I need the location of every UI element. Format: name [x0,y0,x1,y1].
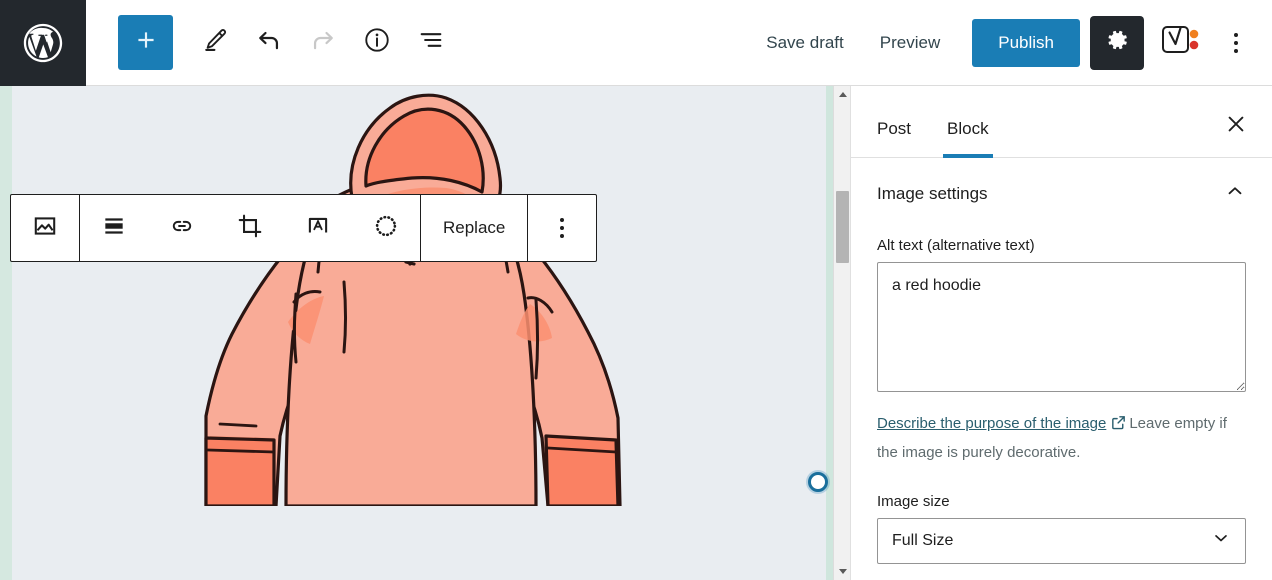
chevron-down-icon [838,569,847,574]
crop-icon [237,213,263,244]
crop-button[interactable] [216,195,284,261]
image-format-tools [80,195,420,261]
editor-more-options-button[interactable] [1214,17,1258,69]
image-resize-handle[interactable] [808,472,828,492]
save-draft-button[interactable]: Save draft [748,23,862,63]
text-over-image-icon [305,213,331,244]
add-block-button[interactable] [118,15,173,70]
list-view-icon [417,26,445,59]
preview-button[interactable]: Preview [862,23,958,63]
wordpress-block-editor: Save draft Preview Publish Replace Post … [0,0,1272,580]
align-button[interactable] [80,195,148,261]
image-settings-panel-header[interactable]: Image settings [877,158,1246,223]
publish-button[interactable]: Publish [972,18,1080,67]
wordpress-logo-button[interactable] [0,0,86,86]
image-block-toolbar: Replace [10,194,598,262]
edit-mode-button[interactable] [191,19,239,67]
image-block-icon [32,213,58,244]
kebab-menu-icon [1234,32,1238,53]
describe-purpose-link[interactable]: Describe the purpose of the image [877,415,1106,432]
replace-button[interactable]: Replace [421,195,527,261]
editor-body: Replace Post Block Image settings Alt te… [0,86,1272,580]
hoodie-illustration [204,93,622,506]
duotone-filter-button[interactable] [352,195,420,261]
panel-title: Image settings [877,183,988,203]
settings-sidebar: Post Block Image settings Alt text (alte… [850,86,1272,580]
kebab-menu-icon [560,218,565,238]
canvas-scrollbar[interactable] [833,86,850,580]
chevron-down-icon [1211,528,1231,553]
external-link-icon [1110,414,1127,440]
settings-sidebar-toggle-button[interactable] [1090,15,1144,70]
undo-icon [255,26,283,59]
chevron-up-icon [838,92,847,97]
duotone-filter-icon [373,213,399,244]
yoast-seo-icon [1161,23,1203,62]
info-icon [363,26,391,59]
add-text-over-image-button[interactable] [284,195,352,261]
list-view-button[interactable] [407,19,455,67]
scroll-up-button[interactable] [834,86,850,103]
image-settings-panel: Image settings Alt text (alternative tex… [851,158,1272,580]
image-size-select[interactable]: Full Size [877,517,1246,564]
plus-icon [133,27,159,58]
undo-button[interactable] [245,19,293,67]
link-icon [169,213,195,244]
editor-top-bar: Save draft Preview Publish [0,0,1272,86]
tab-post[interactable]: Post [859,119,929,157]
gear-icon [1104,27,1130,58]
insert-link-button[interactable] [148,195,216,261]
chevron-up-icon[interactable] [1224,180,1246,207]
sidebar-tab-bar: Post Block [851,86,1272,158]
editor-canvas: Replace [0,86,850,580]
alt-text-help: Describe the purpose of the image Leave e… [877,411,1246,467]
image-block-content[interactable] [12,86,826,580]
block-type-button[interactable] [11,195,79,261]
align-center-icon [101,213,127,244]
image-size-label: Image size [877,492,950,510]
close-icon [1225,113,1247,138]
edit-pencil-icon [201,26,229,59]
redo-icon [309,26,337,59]
details-info-button[interactable] [353,19,401,67]
yoast-seo-button[interactable] [1156,17,1208,69]
top-bar-left-tools [86,15,455,70]
image-size-value: Full Size [892,531,954,549]
scrollbar-thumb[interactable] [836,191,849,263]
redo-button[interactable] [299,19,347,67]
alt-text-input[interactable] [877,262,1246,392]
close-sidebar-button[interactable] [1214,103,1258,147]
scroll-down-button[interactable] [834,563,850,580]
alt-text-label: Alt text (alternative text) [877,237,1035,254]
block-selection-edge-left [0,86,12,580]
top-bar-right-tools: Save draft Preview Publish [748,15,1272,70]
block-more-options-button[interactable] [528,195,596,261]
tab-block[interactable]: Block [929,119,1007,158]
wordpress-logo-icon [20,20,66,66]
